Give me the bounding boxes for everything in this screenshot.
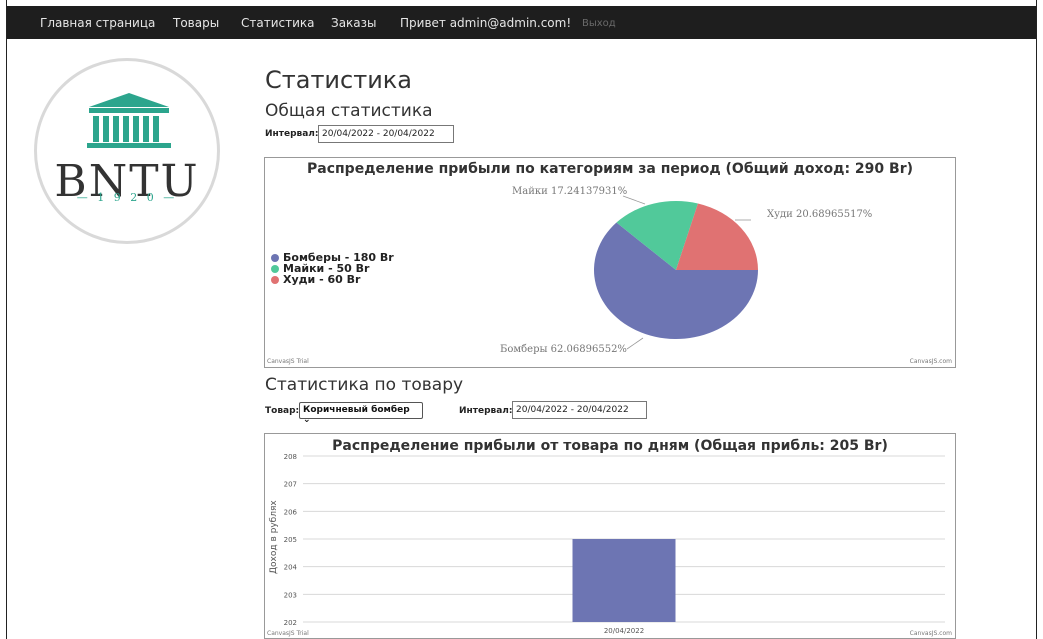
pie-label-bombers: Бомберы 62.06896552%: [500, 344, 627, 355]
nav-orders-link[interactable]: Заказы: [331, 16, 377, 30]
nav-home-link[interactable]: Главная страница: [40, 16, 155, 30]
product-interval-label: Интервал:: [459, 406, 513, 416]
y-tick-label: 207: [284, 481, 297, 489]
y-tick-label: 203: [284, 591, 297, 599]
product-interval-input[interactable]: 20/04/2022 - 20/04/2022: [512, 401, 647, 419]
y-tick-label: 202: [284, 619, 297, 627]
interval-label: Интервал:: [265, 129, 319, 139]
nav-greeting: Привет admin@admin.com!: [400, 16, 572, 30]
trial-watermark: CanvasJS Trial: [267, 630, 309, 637]
y-tick-label: 206: [284, 508, 298, 516]
y-tick-label: 205: [284, 536, 297, 544]
pie-label-mayki: Майки 17.24137931%: [512, 186, 628, 197]
product-label: Товар:: [265, 406, 300, 416]
pie-leader-line: [622, 195, 646, 205]
nav-stats-link[interactable]: Статистика: [241, 16, 315, 30]
product-select[interactable]: Коричневый бомбер ⌄: [299, 402, 423, 425]
interval-input[interactable]: 20/04/2022 - 20/04/2022: [318, 125, 454, 143]
pie-leader-line: [626, 337, 644, 350]
bntu-logo: BNTU — 1 9 2 0 —: [34, 58, 220, 244]
general-stats-heading: Общая статистика: [265, 101, 433, 121]
bar-svg: 208 207 206 205 204 203 202 20/04/2022: [284, 453, 945, 635]
product-bar-chart: Распределение прибыли от товара по дням …: [264, 433, 956, 639]
page-title: Статистика: [265, 66, 412, 94]
nav-logout-link[interactable]: Выход: [582, 18, 616, 29]
canvasjs-watermark: CanvasJS.com: [909, 358, 952, 365]
y-tick-label: 208: [284, 453, 297, 461]
category-pie-chart: Распределение прибыли по категориям за п…: [264, 157, 956, 368]
bar: [572, 539, 676, 622]
nav-products-link[interactable]: Товары: [173, 16, 219, 30]
logo-year: — 1 9 2 0 —: [76, 191, 178, 204]
trial-watermark: CanvasJS Trial: [267, 358, 309, 365]
product-stats-heading: Статистика по товару: [265, 375, 464, 395]
canvasjs-watermark: CanvasJS.com: [909, 630, 952, 637]
top-navbar: Главная страница Товары Статистика Заказ…: [7, 6, 1036, 39]
pie-label-hudi: Худи 20.68965517%: [767, 209, 873, 220]
y-tick-label: 204: [284, 564, 298, 572]
building-icon: [87, 93, 171, 148]
x-tick-label: 20/04/2022: [604, 627, 644, 635]
